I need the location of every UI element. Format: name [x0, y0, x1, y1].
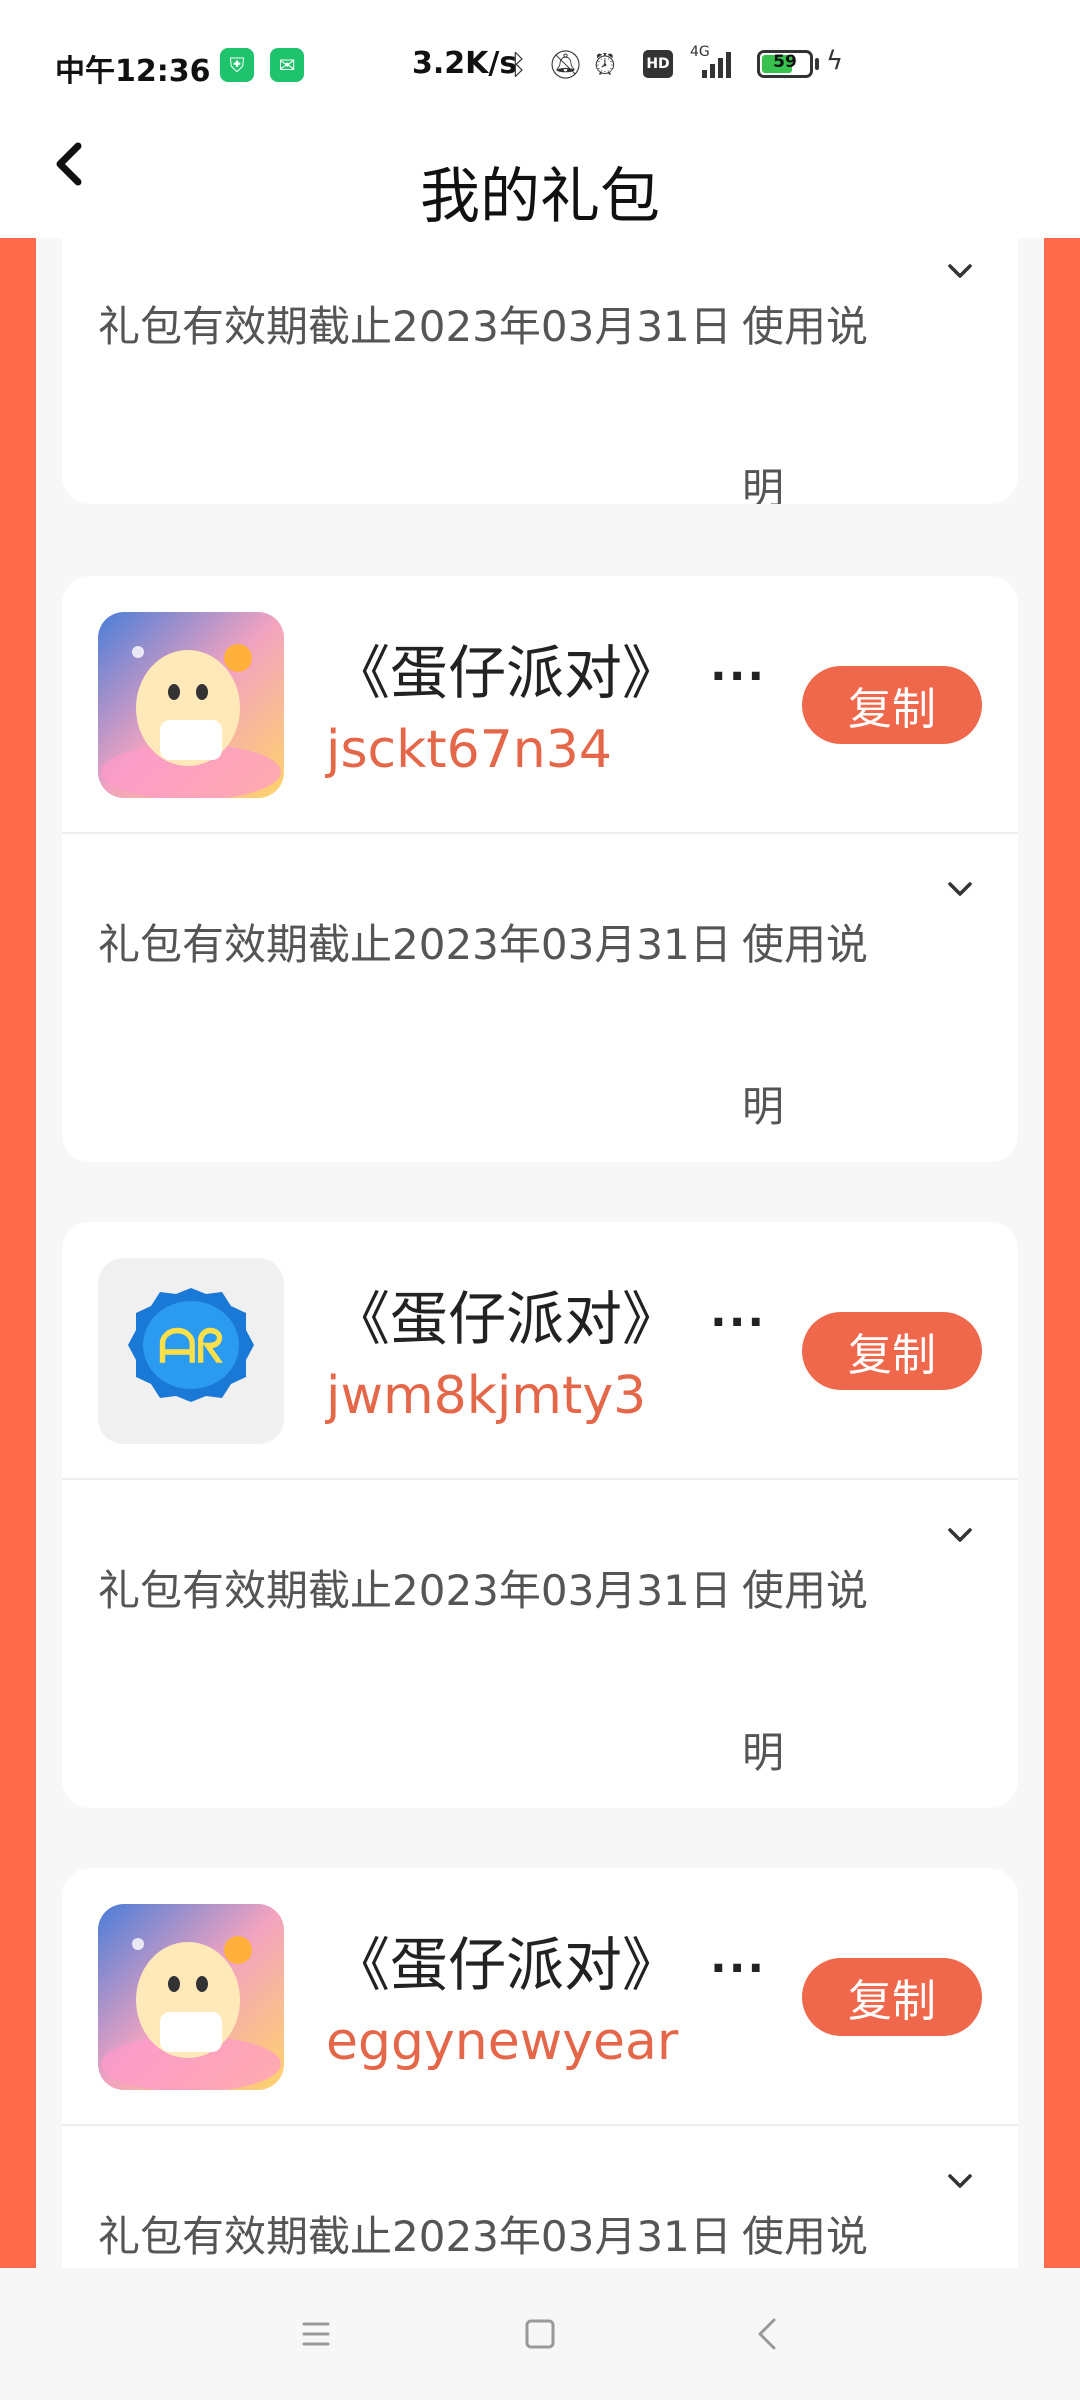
validity-text: 礼包有效期截止2023年03月31日 — [98, 2212, 732, 2261]
copy-button[interactable]: 复制 — [802, 1312, 982, 1390]
battery-tip — [815, 58, 819, 70]
back-icon[interactable] — [744, 2310, 792, 2358]
usage-link[interactable]: 使用说明 — [742, 2156, 882, 2268]
gift-card-4: 《蛋仔派对》 ... eggynewyear 复制 礼包有效期截止2023年03… — [62, 1868, 1018, 2268]
gift-code: jsckt67n34 — [326, 720, 612, 780]
copy-button[interactable]: 复制 — [802, 666, 982, 744]
chevron-down-icon[interactable] — [940, 252, 980, 292]
shield-app-icon: ⛨ — [220, 48, 254, 82]
gift-card-2: 《蛋仔派对》 ... jsckt67n34 复制 礼包有效期截止2023年03月… — [62, 576, 1018, 1162]
validity-text: 礼包有效期截止2023年03月31日 — [98, 302, 732, 351]
game-name: 《蛋仔派对》 — [332, 1931, 681, 1999]
svg-text:ᗩᖇ: ᗩᖇ — [158, 1319, 223, 1373]
system-nav-bar — [0, 2268, 1080, 2400]
hd-icon: HD — [643, 50, 673, 78]
name-ellipsis: ... — [710, 640, 767, 691]
bluetooth-icon: ᛒ — [510, 48, 527, 81]
page-title: 我的礼包 — [420, 162, 660, 232]
signal-icon — [702, 50, 731, 78]
gift-card-1: 礼包有效期截止2023年03月31日 使用说明 — [62, 238, 1018, 504]
chevron-down-icon[interactable] — [940, 1516, 980, 1556]
gift-details: 礼包有效期截止2023年03月31日 使用说明 — [62, 1480, 1018, 1808]
usage-link[interactable]: 使用说明 — [742, 246, 882, 504]
chevron-down-icon[interactable] — [940, 2162, 980, 2202]
chevron-down-icon[interactable] — [940, 870, 980, 910]
gift-code: eggynewyear — [326, 2012, 679, 2072]
copy-button[interactable]: 复制 — [802, 1958, 982, 2036]
gift-list[interactable]: 礼包有效期截止2023年03月31日 使用说明 《蛋仔派对》 ... jsckt… — [0, 238, 1080, 2268]
status-time: 中午12:36 — [55, 54, 211, 89]
gift-card-top: ᗩᖇ 《蛋仔派对》 ... jwm8kjmty3 复制 — [62, 1222, 1018, 1480]
status-bar: 中午12:36 ⛨ ✉ 3.2K/s ᛒ 🔕︎ ⏰︎ HD 4G 59 ϟ — [0, 0, 1080, 120]
eggy-party-icon — [98, 612, 284, 798]
usage-link[interactable]: 使用说明 — [742, 864, 882, 1162]
name-ellipsis: ... — [710, 1932, 767, 1983]
battery-icon: 59 — [757, 50, 813, 78]
gift-details: 礼包有效期截止2023年03月31日 使用说明 — [62, 834, 1018, 1162]
gift-card-top: 《蛋仔派对》 ... eggynewyear 复制 — [62, 1868, 1018, 2126]
wechat-icon: ✉ — [270, 48, 304, 82]
battery-level: 59 — [773, 52, 797, 72]
home-icon[interactable] — [516, 2310, 564, 2358]
name-ellipsis: ... — [710, 1286, 767, 1337]
bottle-cap-icon: ᗩᖇ — [98, 1258, 284, 1444]
app-header: 我的礼包 — [0, 120, 1080, 238]
gift-card-top: 《蛋仔派对》 ... jsckt67n34 复制 — [62, 576, 1018, 834]
eggy-party-icon — [98, 1904, 284, 2090]
validity-text: 礼包有效期截止2023年03月31日 — [98, 920, 732, 969]
gift-code: jwm8kjmty3 — [326, 1366, 647, 1426]
usage-link[interactable]: 使用说明 — [742, 1510, 882, 1808]
alarm-icon: ⏰︎ — [594, 48, 616, 81]
gift-card-3: ᗩᖇ 《蛋仔派对》 ... jwm8kjmty3 复制 礼包有效期截止2023年… — [62, 1222, 1018, 1808]
game-name: 《蛋仔派对》 — [332, 1285, 681, 1353]
mute-bell-icon: 🔕︎ — [548, 48, 584, 81]
validity-text: 礼包有效期截止2023年03月31日 — [98, 1566, 732, 1615]
gift-details: 礼包有效期截止2023年03月31日 使用说明 — [62, 2126, 1018, 2268]
game-name: 《蛋仔派对》 — [332, 639, 681, 707]
network-speed: 3.2K/s — [412, 46, 518, 81]
charging-icon: ϟ — [826, 46, 844, 76]
gift-details: 礼包有效期截止2023年03月31日 使用说明 — [62, 238, 1018, 504]
menu-icon[interactable] — [292, 2310, 340, 2358]
